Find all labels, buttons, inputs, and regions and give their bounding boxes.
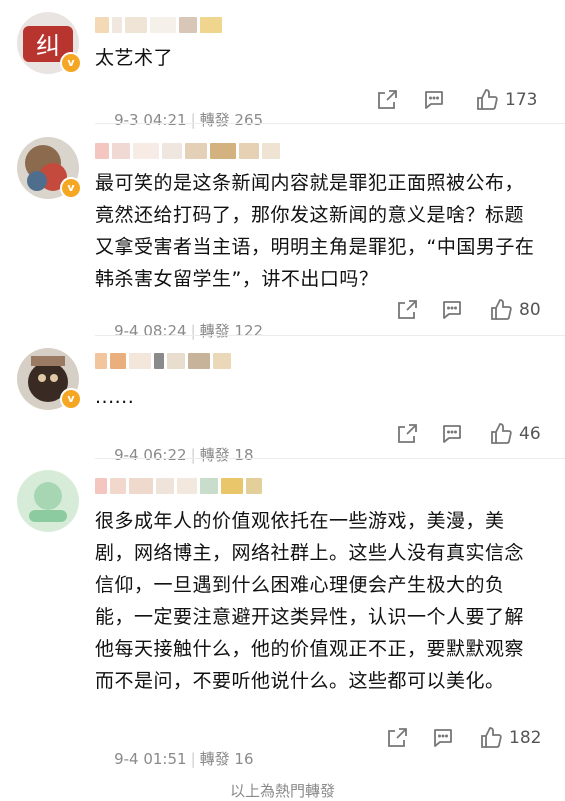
action-bar: 46 [395, 422, 545, 448]
action-bar: 173 [375, 88, 545, 114]
share-icon[interactable] [385, 726, 409, 752]
divider [95, 335, 565, 336]
like-button[interactable]: 46 [489, 422, 541, 448]
like-button[interactable]: 182 [479, 726, 541, 752]
timestamp: 9-4 06:22 [114, 446, 187, 464]
divider [95, 458, 565, 459]
like-count: 173 [505, 90, 538, 110]
hot-reposts-footer: 以上為熱門轉發 [229, 782, 335, 800]
verified-badge-icon: v [60, 52, 82, 74]
verified-badge-icon: v [60, 177, 82, 199]
repost-count[interactable]: 轉發 18 [200, 446, 254, 464]
share-icon[interactable] [395, 422, 419, 448]
thumbs-up-icon [491, 299, 512, 320]
divider [95, 123, 565, 124]
repost-count[interactable]: 轉發 265 [200, 111, 263, 129]
comment-icon[interactable] [431, 726, 455, 752]
timestamp: 9-4 01:51 [114, 750, 187, 768]
timestamp: 9-4 08:24 [114, 322, 187, 340]
like-count: 80 [519, 300, 541, 320]
like-button[interactable]: 80 [489, 298, 541, 324]
repost-count[interactable]: 轉發 122 [200, 322, 263, 340]
action-bar: 80 [395, 298, 545, 324]
comment-meta: 9-3 04:21 | 轉發 265 [114, 111, 264, 129]
username-blurred[interactable] [95, 17, 225, 33]
comment-text: ...... [95, 386, 135, 408]
thumbs-up-icon [481, 727, 502, 748]
share-icon[interactable] [395, 298, 419, 324]
action-bar: 182 [385, 726, 545, 752]
comment-meta: 9-4 08:24 | 轉發 122 [114, 322, 264, 340]
comment-icon[interactable] [422, 88, 446, 114]
comment-meta: 9-4 06:22 | 轉發 18 [114, 446, 254, 464]
comment-text: 太艺术了 [95, 47, 174, 69]
like-count: 182 [509, 728, 542, 748]
username-blurred[interactable] [95, 143, 283, 159]
svg-text:纠: 纠 [36, 32, 60, 60]
username-blurred[interactable] [95, 353, 234, 369]
comment-text: 很多成年人的价值观依托在一些游戏，美漫，美剧，网络博主，网络社群上。这些人没有真… [95, 510, 525, 692]
comment-text: 最可笑的是这条新闻内容就是罪犯正面照被公布，竟然还给打码了，那你发这新闻的意义是… [95, 172, 535, 290]
like-count: 46 [519, 424, 541, 444]
thumbs-up-icon [491, 423, 512, 444]
repost-count[interactable]: 轉發 16 [200, 750, 254, 768]
share-icon[interactable] [375, 88, 399, 114]
comment-icon[interactable] [440, 298, 464, 324]
comment-icon[interactable] [440, 422, 464, 448]
avatar[interactable] [17, 470, 79, 532]
timestamp: 9-3 04:21 [114, 111, 187, 129]
like-button[interactable]: 173 [475, 88, 537, 114]
thumbs-up-icon [477, 89, 498, 110]
username-blurred[interactable] [95, 478, 265, 494]
verified-badge-icon: v [60, 388, 82, 410]
